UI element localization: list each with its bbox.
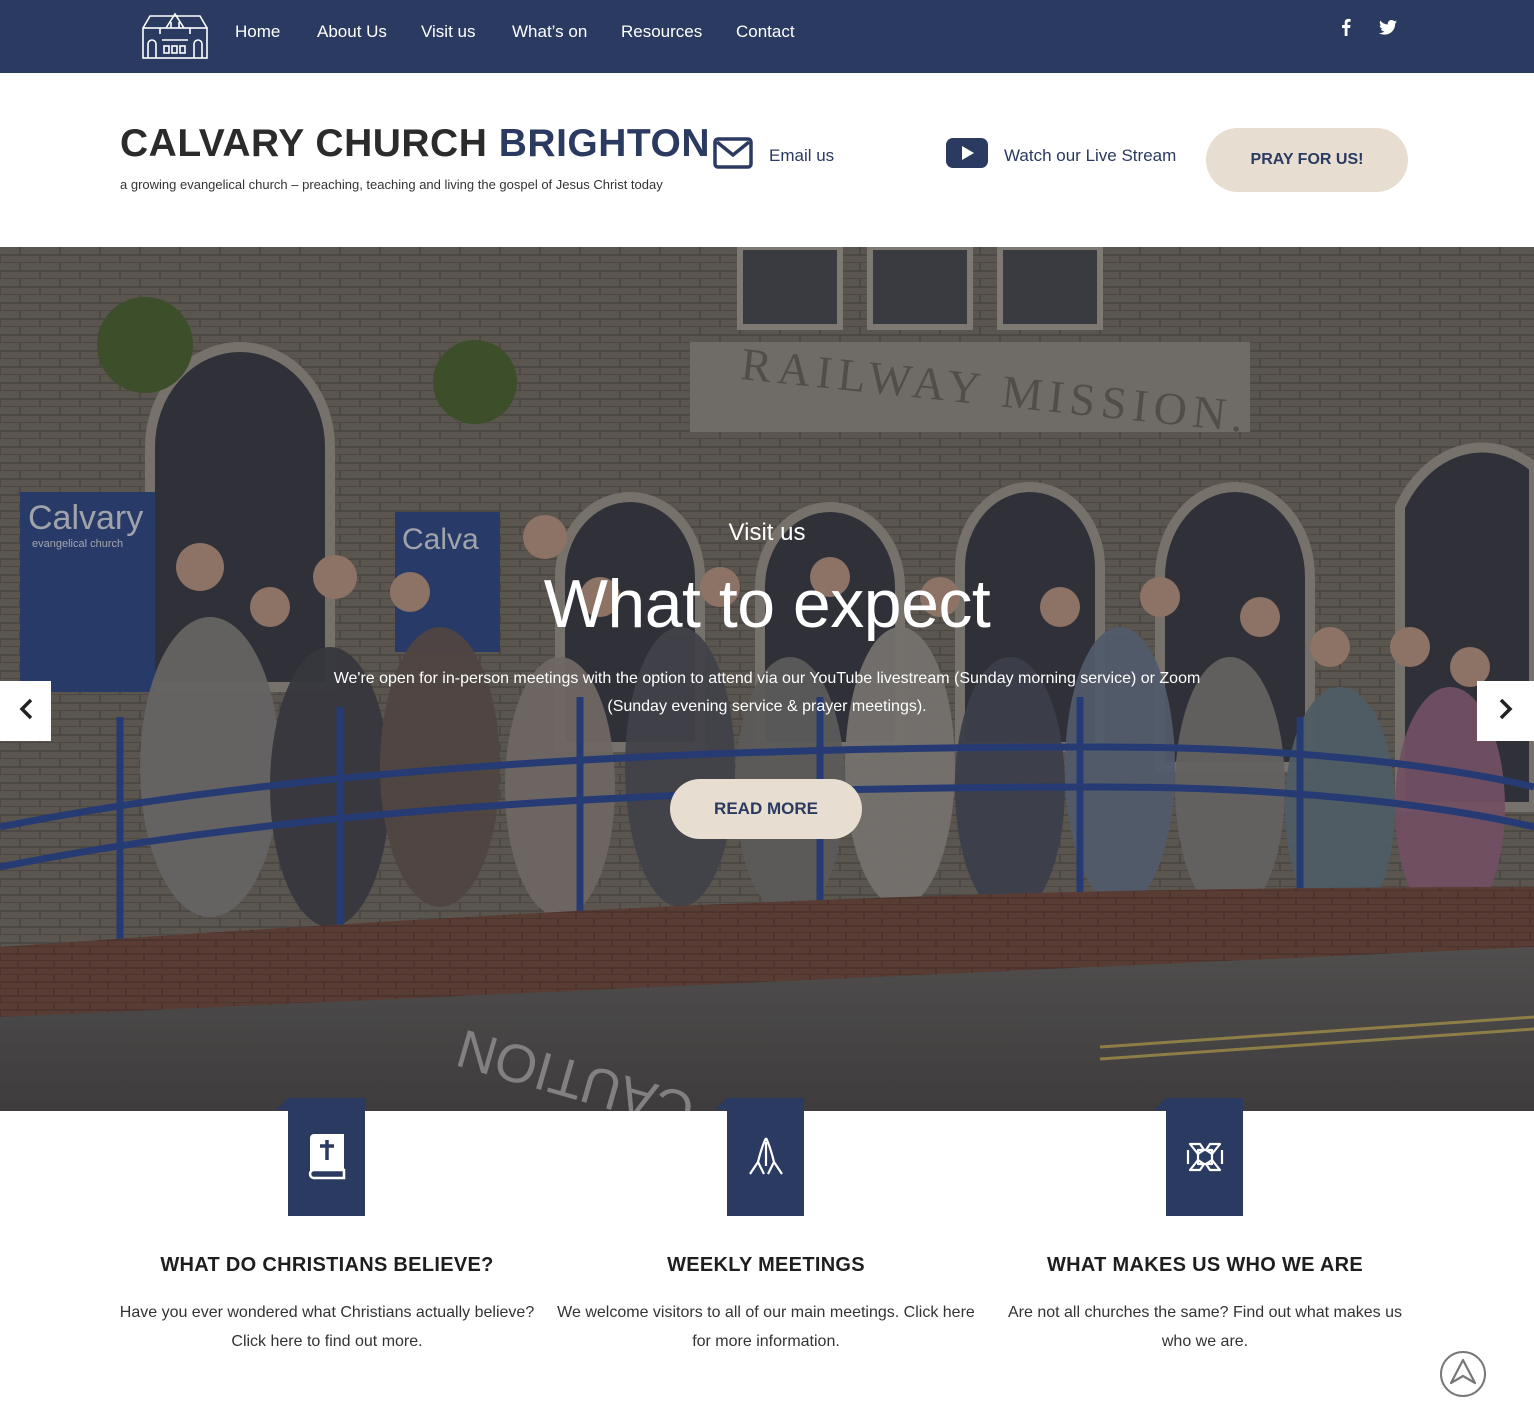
- hero-title: What to expect: [543, 566, 991, 642]
- hero-description: We're open for in-person meetings with t…: [333, 670, 1201, 715]
- site-title[interactable]: CALVARY CHURCH BRIGHTON: [120, 122, 710, 166]
- live-stream-label: Watch our Live Stream: [1004, 145, 1177, 165]
- feature-text: We welcome visitors to all of our main m…: [557, 1304, 975, 1350]
- slider-prev-button[interactable]: [0, 681, 51, 741]
- facebook-icon[interactable]: [1336, 17, 1356, 37]
- feature-title: WEEKLY MEETINGS: [667, 1254, 865, 1276]
- site-title-accent: BRIGHTON: [498, 122, 711, 165]
- arrow-up-icon: [1448, 1357, 1478, 1392]
- chevron-right-icon: [1498, 698, 1514, 725]
- hero-kicker: Visit us: [728, 519, 806, 546]
- feature-text: Are not all churches the same? Find out …: [1008, 1304, 1402, 1350]
- joined-hands-icon: [1154, 1098, 1243, 1216]
- nav-item-contact[interactable]: Contact: [736, 22, 795, 42]
- top-navigation-bar: Home About Us Visit us What’s on Resourc…: [0, 0, 1534, 73]
- slider-next-button[interactable]: [1477, 681, 1534, 741]
- nav-item-home[interactable]: Home: [235, 22, 280, 42]
- email-us-link[interactable]: Email us: [713, 137, 834, 174]
- nav-item-whats-on[interactable]: What’s on: [512, 22, 587, 42]
- twitter-icon[interactable]: [1378, 17, 1398, 37]
- hero-slider: RAILWAY MISSION. Calvary evangelical chu…: [0, 247, 1534, 1111]
- feature-title: WHAT DO CHRISTIANS BELIEVE?: [160, 1254, 494, 1276]
- live-stream-link[interactable]: Watch our Live Stream: [946, 137, 1176, 174]
- nav-item-about-us[interactable]: About Us: [317, 22, 387, 42]
- praying-hands-icon: [715, 1098, 804, 1216]
- feature-text: Have you ever wondered what Christians a…: [119, 1304, 535, 1350]
- envelope-icon: [713, 137, 753, 174]
- site-tagline: a growing evangelical church – preaching…: [120, 177, 663, 192]
- nav-item-visit-us[interactable]: Visit us: [421, 22, 476, 42]
- chevron-left-icon: [18, 698, 34, 725]
- bible-icon: [276, 1098, 365, 1216]
- back-to-top-button[interactable]: [1440, 1351, 1486, 1397]
- read-more-button[interactable]: READ MORE: [670, 779, 862, 839]
- youtube-play-icon: [946, 137, 988, 174]
- email-us-label: Email us: [769, 145, 835, 165]
- feature-title: WHAT MAKES US WHO WE ARE: [1046, 1254, 1364, 1276]
- nav-item-resources[interactable]: Resources: [621, 22, 702, 42]
- site-title-main: CALVARY CHURCH: [120, 122, 499, 165]
- church-building-icon[interactable]: [140, 10, 210, 60]
- pray-for-us-button[interactable]: PRAY FOR US!: [1206, 128, 1408, 192]
